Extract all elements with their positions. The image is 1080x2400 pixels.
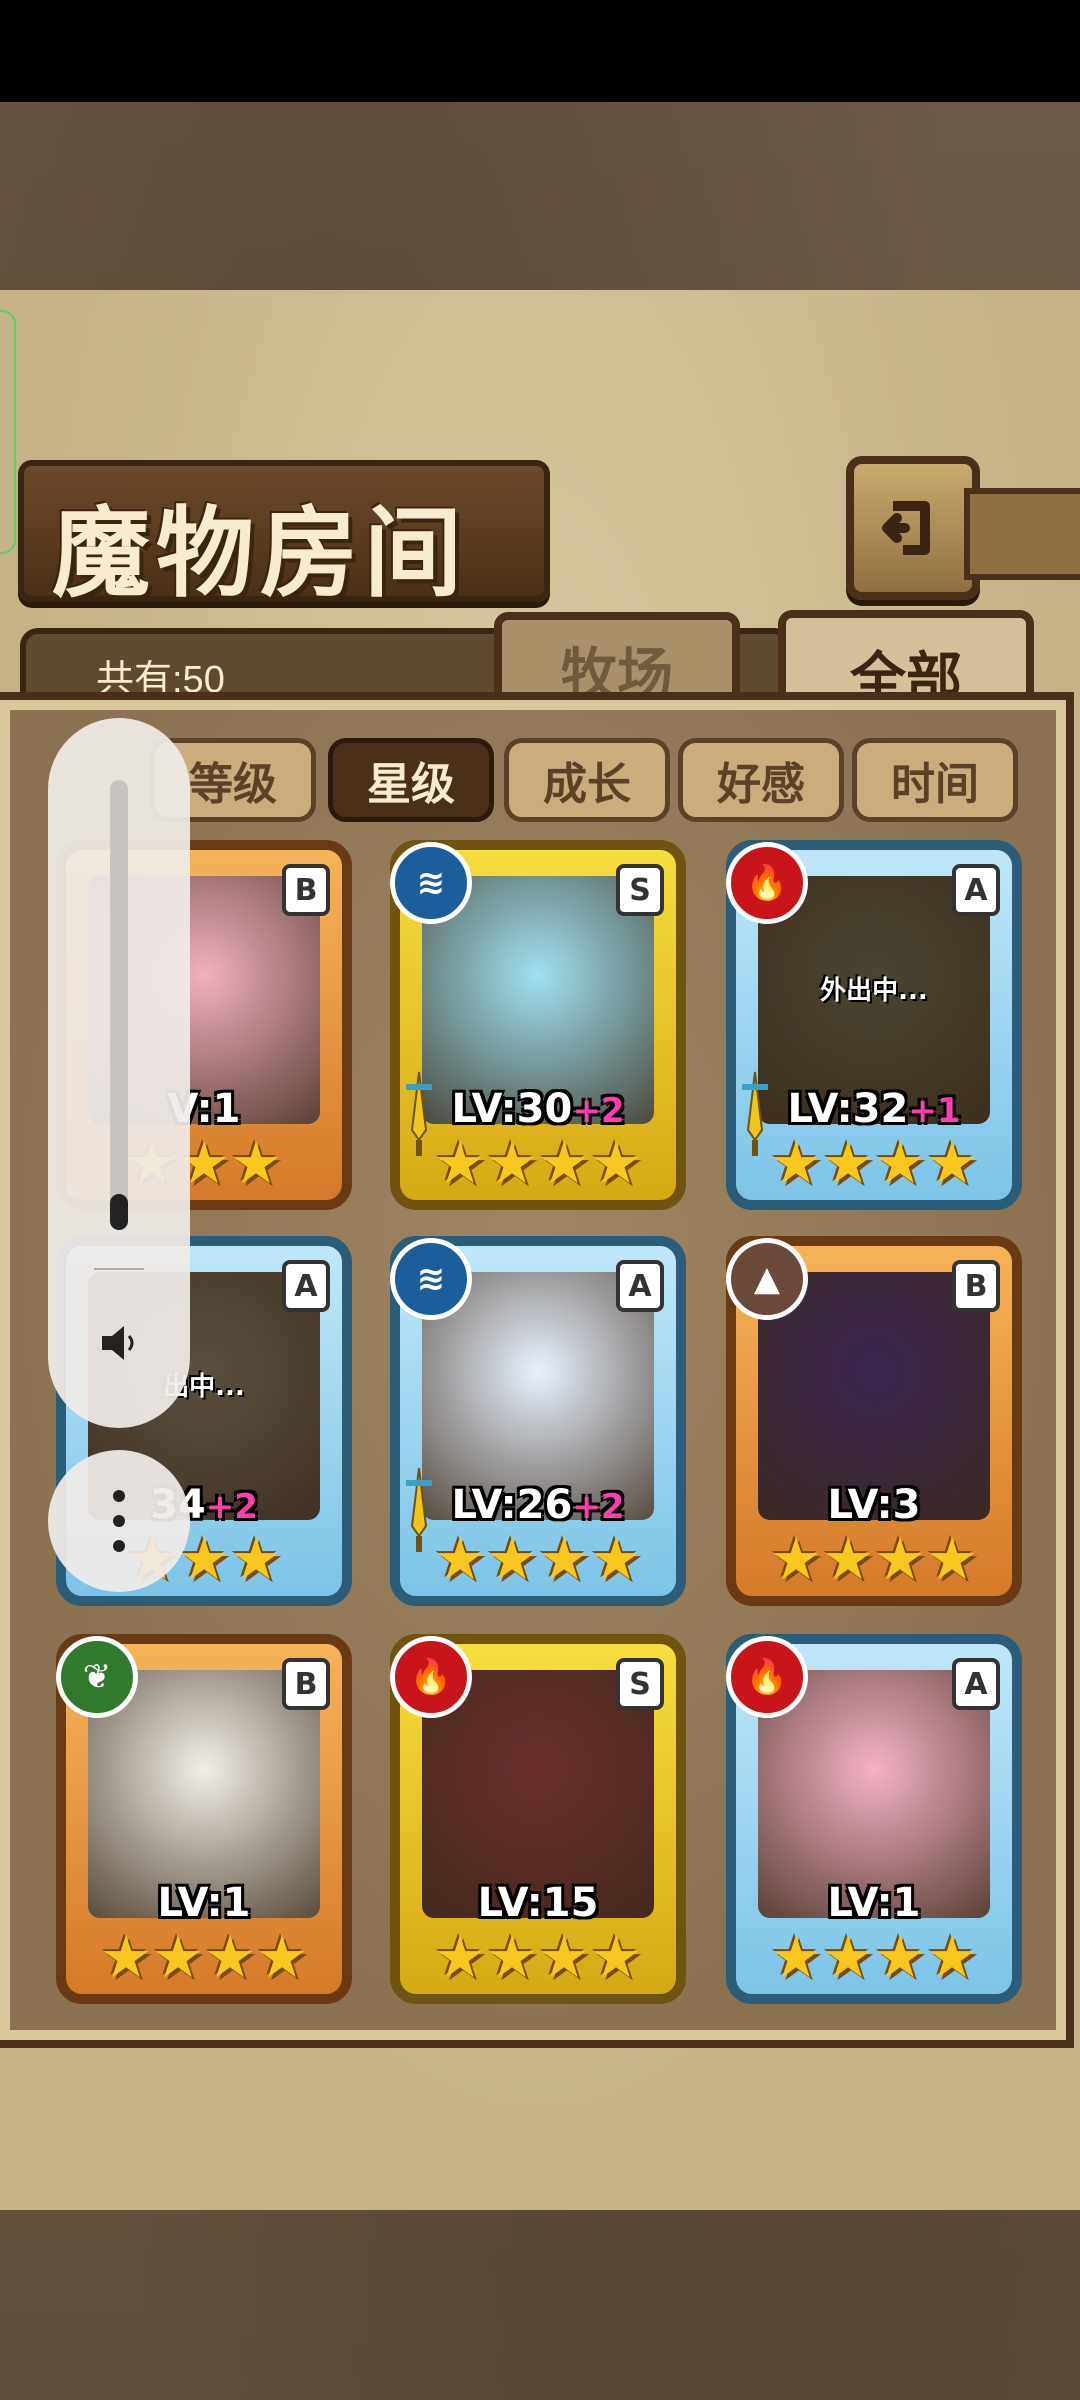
rank-badge: A [282, 1260, 330, 1312]
level-bonus: +2 [572, 1487, 625, 1527]
rank-badge: A [952, 1658, 1000, 1710]
monster-level: LV:1 [66, 1880, 342, 1926]
away-status: 外出中... [820, 976, 928, 1006]
level-bonus: +2 [205, 1487, 258, 1527]
rank-badge: B [282, 864, 330, 916]
level-value: LV:26 [451, 1482, 573, 1528]
volume-level-fill [110, 1194, 128, 1230]
monster-card[interactable]: S ≋ LV:30+2 ★★★★ [390, 840, 686, 1210]
rank-badge: S [616, 864, 664, 916]
star-rating: ★★★★ [434, 1525, 642, 1593]
speaker-icon[interactable] [94, 1318, 144, 1368]
volume-panel[interactable] [48, 718, 190, 1428]
star-rating: ★★★★ [770, 1923, 978, 1991]
star-rating: ★★★★ [434, 1923, 642, 1991]
monster-card[interactable]: 外出中... A 🔥 LV:32+1 ★★★★ [726, 840, 1022, 1210]
star-rating: ★★★★ [434, 1129, 642, 1197]
water-element-icon: ≋ [390, 1238, 472, 1320]
sort-affection-button[interactable]: 好感 [678, 738, 844, 822]
sort-star-button[interactable]: 星级 [328, 738, 494, 822]
back-arrow-icon [882, 501, 930, 555]
level-value: LV:1 [827, 1880, 921, 1926]
star-rating: ★★★★ [770, 1525, 978, 1593]
monster-card[interactable]: A 🔥 LV:1 ★★★★ [726, 1634, 1022, 2004]
star-rating: ★★★★ [100, 1923, 308, 1991]
level-value: LV:15 [477, 1880, 599, 1926]
wood-element-icon: ❦ [56, 1636, 138, 1718]
fire-element-icon: 🔥 [390, 1636, 472, 1718]
volume-divider [94, 1268, 144, 1270]
status-bar [0, 0, 1080, 102]
monster-card[interactable]: A ≋ LV:26+2 ★★★★ [390, 1236, 686, 1606]
volume-slider[interactable] [110, 780, 128, 1230]
monster-count: 共有:50 [96, 659, 225, 701]
parchment-edge-bottom [0, 2110, 1080, 2150]
edge-indicator [0, 310, 16, 554]
page-title: 魔物房间 [52, 496, 469, 611]
level-bonus: +2 [572, 1091, 625, 1131]
rank-badge: S [616, 1658, 664, 1710]
rank-badge: B [952, 1260, 1000, 1312]
water-element-icon: ≋ [390, 842, 472, 924]
fire-element-icon: 🔥 [726, 1636, 808, 1718]
fire-element-icon: 🔥 [726, 842, 808, 924]
monster-card[interactable]: S 🔥 LV:15 ★★★★ [390, 1634, 686, 2004]
rank-badge: B [282, 1658, 330, 1710]
monster-card[interactable]: B ▲ LV:3 ★★★★ [726, 1236, 1022, 1606]
rank-badge: A [616, 1260, 664, 1312]
title-plate: 魔物房间 [18, 460, 550, 611]
sort-growth-button[interactable]: 成长 [504, 738, 670, 822]
star-rating: ★★★★ [770, 1129, 978, 1197]
level-value: LV:30 [451, 1086, 573, 1132]
back-rail [964, 488, 1080, 580]
level-value: LV:1 [157, 1880, 251, 1926]
monster-level: LV:30+2 [400, 1086, 676, 1132]
monster-level: LV:32+1 [736, 1086, 1012, 1132]
back-button[interactable] [846, 456, 980, 600]
more-options-button[interactable] [48, 1450, 190, 1592]
level-value: LV:32 [787, 1086, 909, 1132]
monster-level: LV:26+2 [400, 1482, 676, 1528]
rank-badge: A [952, 864, 1000, 916]
monster-level: LV:3 [736, 1482, 1012, 1528]
level-bonus: +1 [908, 1091, 961, 1131]
more-vertical-icon [113, 1490, 125, 1552]
monster-level: LV:15 [400, 1880, 676, 1926]
level-value: LV:3 [827, 1482, 921, 1528]
earth-element-icon: ▲ [726, 1238, 808, 1320]
sort-time-button[interactable]: 时间 [852, 738, 1018, 822]
monster-level: LV:1 [736, 1880, 1012, 1926]
monster-card[interactable]: B ❦ LV:1 ★★★★ [56, 1634, 352, 2004]
